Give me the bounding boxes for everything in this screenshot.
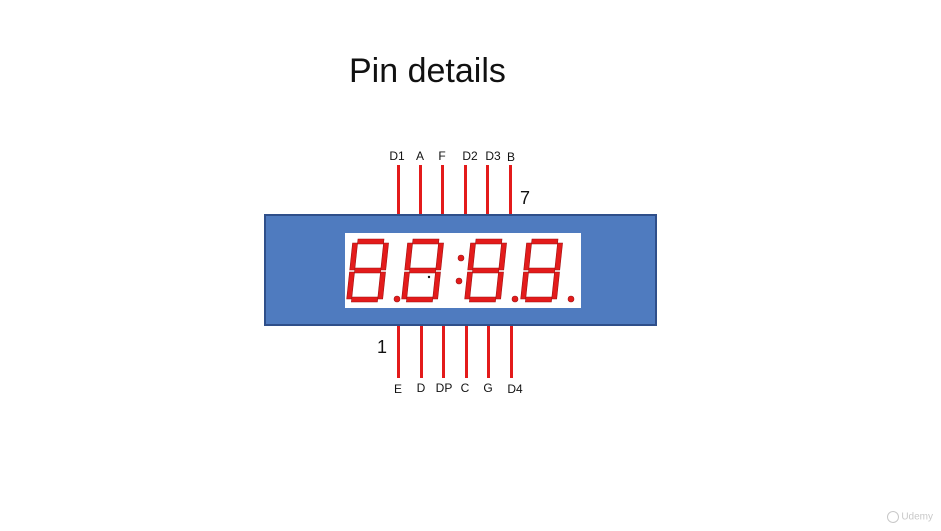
pin-wire-top-1 bbox=[397, 165, 400, 215]
pin-wire-bottom-6 bbox=[510, 326, 513, 378]
pin-label-d4: D4 bbox=[507, 382, 523, 396]
pin-wire-bottom-5 bbox=[487, 326, 490, 378]
colon-bottom bbox=[455, 277, 463, 285]
pin-wire-bottom-2 bbox=[420, 326, 423, 378]
pin-wire-top-5 bbox=[486, 165, 489, 215]
pin-wire-bottom-1 bbox=[397, 326, 400, 378]
pin-label-f: F bbox=[438, 149, 446, 163]
udemy-logo-icon bbox=[887, 511, 900, 523]
digit-2 bbox=[401, 238, 444, 303]
colon-top bbox=[457, 254, 465, 262]
watermark-text: Udemy bbox=[901, 511, 933, 523]
digit-3 bbox=[464, 238, 507, 303]
decimal-point-1 bbox=[393, 295, 401, 303]
pin-wire-top-4 bbox=[464, 165, 467, 215]
digit-4 bbox=[520, 238, 563, 303]
pin-number-1: 1 bbox=[377, 337, 388, 357]
pin-wire-top-3 bbox=[441, 165, 444, 215]
decimal-point-3 bbox=[511, 295, 519, 303]
watermark: Udemy bbox=[887, 511, 933, 523]
center-dot bbox=[427, 275, 431, 279]
pin-wire-bottom-4 bbox=[465, 326, 468, 378]
pin-number-7: 7 bbox=[520, 188, 531, 208]
decimal-point-4 bbox=[567, 295, 575, 303]
pin-wire-top-6 bbox=[509, 165, 512, 215]
pin-label-g: G bbox=[483, 381, 493, 395]
pin-wire-top-2 bbox=[419, 165, 422, 215]
slide-title: Pin details bbox=[349, 52, 506, 90]
seven-segment-display bbox=[345, 233, 581, 308]
digit-1 bbox=[346, 238, 389, 303]
seven-segment-graphic bbox=[346, 238, 575, 303]
pin-label-b: B bbox=[506, 150, 515, 164]
pin-wire-bottom-3 bbox=[442, 326, 445, 378]
